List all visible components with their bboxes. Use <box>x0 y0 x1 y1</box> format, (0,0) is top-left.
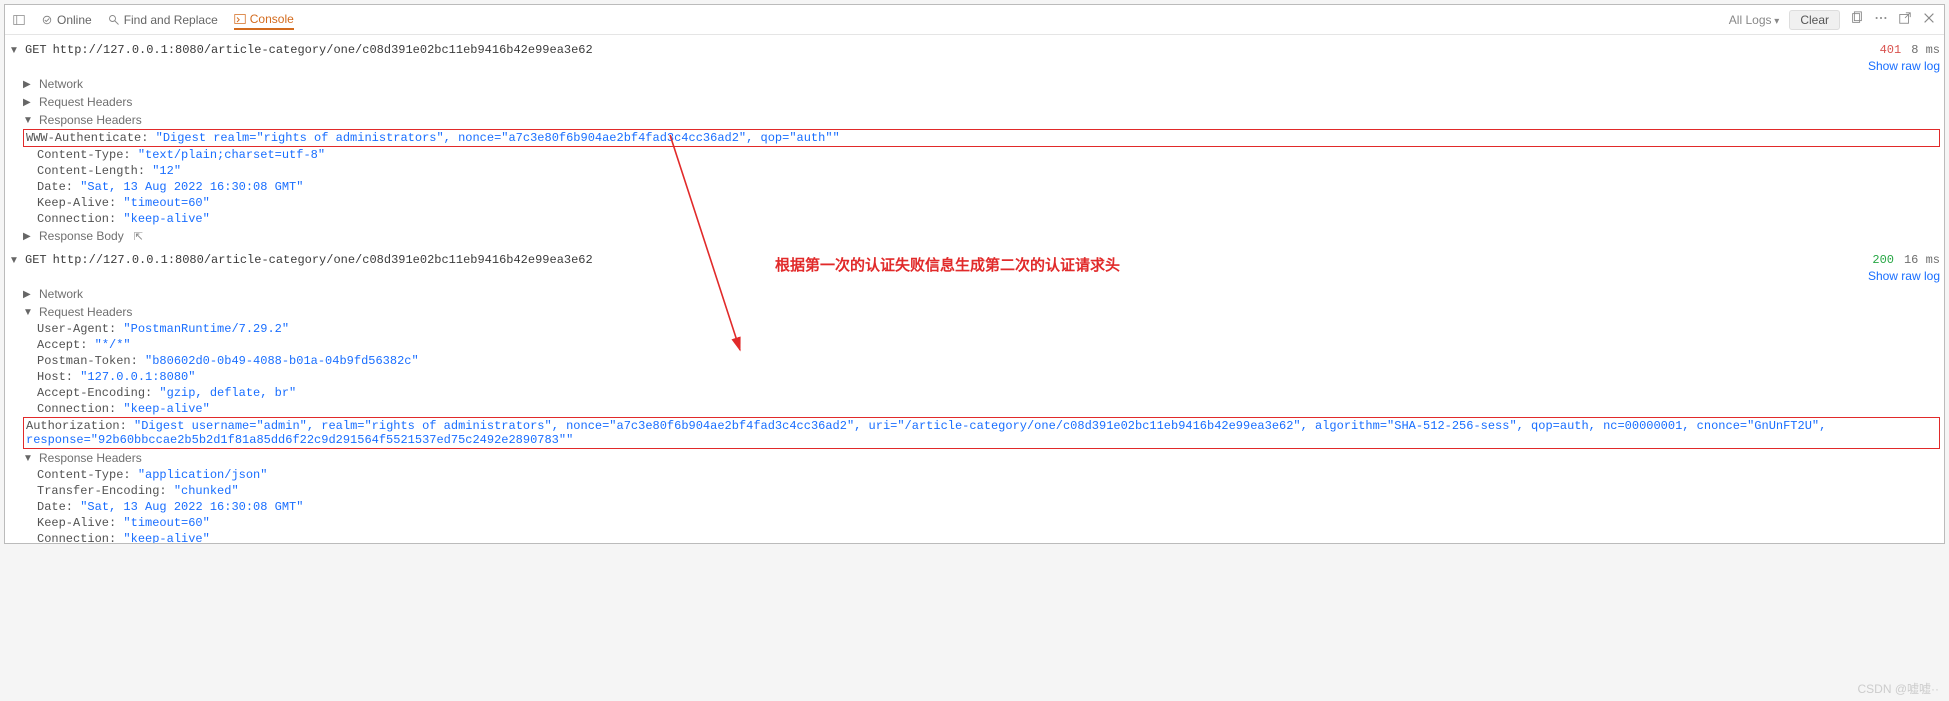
r2-host-k: Host: <box>37 370 73 384</box>
entry-2-toggle[interactable]: ▼ <box>9 255 19 266</box>
r1-conn-v: "keep-alive" <box>123 212 209 226</box>
www-authenticate-header: WWW-Authenticate: "Digest realm="rights … <box>23 129 1940 147</box>
r2r-tenc-k: Transfer-Encoding: <box>37 484 167 498</box>
r2r-date-v: "Sat, 13 Aug 2022 16:30:08 GMT" <box>80 500 303 514</box>
log-filter-dropdown[interactable]: All Logs <box>1729 13 1780 27</box>
entry-1-req-headers-label: Request Headers <box>39 95 132 109</box>
r1-conn-k: Connection: <box>37 212 116 226</box>
r2-conn-k: Connection: <box>37 402 116 416</box>
authorization-header: Authorization: "Digest username="admin",… <box>23 417 1940 449</box>
r1-keep-v: "timeout=60" <box>123 196 209 210</box>
entry-1-url: http://127.0.0.1:8080/article-category/o… <box>53 43 593 57</box>
online-status[interactable]: Online <box>41 13 92 27</box>
copy-icon[interactable] <box>1850 11 1864 28</box>
r2-host-v: "127.0.0.1:8080" <box>80 370 195 384</box>
entry-1-status: 401 <box>1880 43 1902 57</box>
close-icon[interactable] <box>1922 11 1936 28</box>
r2-ptoken-k: Postman-Token: <box>37 354 138 368</box>
entry-1-resp-headers-toggle[interactable]: ▼ <box>23 115 33 126</box>
r2r-keep-k: Keep-Alive: <box>37 516 116 530</box>
popout-icon[interactable] <box>1898 11 1912 28</box>
entry-2-network-label: Network <box>39 287 83 301</box>
annotation-text: 根据第一次的认证失败信息生成第二次的认证请求头 <box>775 254 1120 275</box>
r1-date-k: Date: <box>37 180 73 194</box>
console-panel: Online Find and Replace Console All Logs… <box>4 4 1945 544</box>
r2-aenc-v: "gzip, deflate, br" <box>159 386 296 400</box>
r2r-conn-v: "keep-alive" <box>123 532 209 544</box>
r2r-ctype-k: Content-Type: <box>37 468 131 482</box>
entry-1-resp-body-label: Response Body <box>39 229 124 243</box>
www-auth-val: "Digest realm="rights of administrators"… <box>156 131 840 145</box>
r1-clen-k: Content-Length: <box>37 164 145 178</box>
entry-1-toggle[interactable]: ▼ <box>9 45 19 56</box>
entry-2-resp-headers-toggle[interactable]: ▼ <box>23 453 33 464</box>
entry-2-req-headers-toggle[interactable]: ▼ <box>23 307 33 318</box>
console-label: Console <box>250 12 294 26</box>
entry-1-resp-headers-label: Response Headers <box>39 113 142 127</box>
r2-ua-k: User-Agent: <box>37 322 116 336</box>
r2r-conn-k: Connection: <box>37 532 116 544</box>
r1-date-v: "Sat, 13 Aug 2022 16:30:08 GMT" <box>80 180 303 194</box>
r2r-keep-v: "timeout=60" <box>123 516 209 530</box>
watermark: CSDN @嘘嘘·· <box>1857 680 1939 697</box>
auth-val: "Digest username="admin", realm="rights … <box>26 419 1826 447</box>
entry-2-req-headers-label: Request Headers <box>39 305 132 319</box>
entry-2-url: http://127.0.0.1:8080/article-category/o… <box>53 253 593 267</box>
entry-1-network-label: Network <box>39 77 83 91</box>
entry-1-time: 8 ms <box>1911 43 1940 57</box>
entry-2-time: 16 ms <box>1904 253 1940 267</box>
entry-1-method: GET <box>25 43 47 57</box>
clear-button[interactable]: Clear <box>1789 10 1840 30</box>
r2r-tenc-v: "chunked" <box>174 484 239 498</box>
r2-conn-v: "keep-alive" <box>123 402 209 416</box>
r1-keep-k: Keep-Alive: <box>37 196 116 210</box>
r2-ptoken-v: "b80602d0-0b49-4088-b01a-04b9fd56382c" <box>145 354 419 368</box>
r1-ctype-k: Content-Type: <box>37 148 131 162</box>
r2r-ctype-v: "application/json" <box>138 468 268 482</box>
entry-2-method: GET <box>25 253 47 267</box>
log-area: ▼ GET http://127.0.0.1:8080/article-cate… <box>5 35 1944 544</box>
entry-1-raw-log[interactable]: Show raw log <box>1868 59 1940 73</box>
r1-clen-v: "12" <box>152 164 181 178</box>
entry-1-network-toggle[interactable]: ▶ <box>23 79 33 90</box>
www-auth-key: WWW-Authenticate: <box>26 131 148 145</box>
r2r-date-k: Date: <box>37 500 73 514</box>
r2-accept-k: Accept: <box>37 338 87 352</box>
popout-small-icon[interactable]: ⇱ <box>134 230 143 243</box>
entry-1-req-headers-toggle[interactable]: ▶ <box>23 97 33 108</box>
more-icon[interactable] <box>1874 11 1888 28</box>
log-entry-2: ▼ GET http://127.0.0.1:8080/article-cate… <box>9 251 1940 544</box>
r2-aenc-k: Accept-Encoding: <box>37 386 152 400</box>
r1-ctype-v: "text/plain;charset=utf-8" <box>138 148 325 162</box>
log-entry-1: ▼ GET http://127.0.0.1:8080/article-cate… <box>9 41 1940 245</box>
toolbar: Online Find and Replace Console All Logs… <box>5 5 1944 35</box>
find-replace-label: Find and Replace <box>124 13 218 27</box>
panel-toggle-icon[interactable] <box>13 14 25 26</box>
auth-key: Authorization: <box>26 419 127 433</box>
console-tab[interactable]: Console <box>234 12 294 30</box>
r2-ua-v: "PostmanRuntime/7.29.2" <box>123 322 289 336</box>
r2-accept-v: "*/*" <box>95 338 131 352</box>
entry-2-resp-headers-label: Response Headers <box>39 451 142 465</box>
entry-2-status: 200 <box>1872 253 1894 267</box>
find-replace[interactable]: Find and Replace <box>108 13 218 27</box>
entry-1-resp-body-toggle[interactable]: ▶ <box>23 231 33 242</box>
online-label: Online <box>57 13 92 27</box>
entry-2-raw-log[interactable]: Show raw log <box>1868 269 1940 283</box>
entry-2-network-toggle[interactable]: ▶ <box>23 289 33 300</box>
